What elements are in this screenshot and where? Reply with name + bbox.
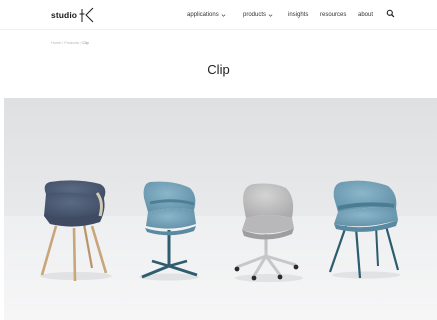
nav-applications[interactable]: applications — [187, 9, 226, 21]
product-photo — [4, 98, 437, 320]
breadcrumb-products[interactable]: Products — [64, 41, 79, 45]
nav-about[interactable]: about — [358, 9, 373, 21]
logo-mark-icon — [79, 7, 94, 23]
search-icon[interactable] — [386, 9, 395, 18]
hero-image — [4, 98, 437, 320]
floor — [4, 216, 437, 320]
chevron-down-icon — [221, 13, 226, 17]
site-header: studio applications products insights re… — [0, 0, 437, 30]
nav-resources[interactable]: resources — [320, 9, 346, 21]
logo-text: studio — [51, 10, 78, 20]
nav-about-label: about — [358, 12, 374, 18]
breadcrumb-home[interactable]: Home — [51, 41, 61, 45]
nav-resources-label: resources — [320, 12, 347, 18]
breadcrumb-separator: / — [80, 41, 82, 45]
chevron-down-icon — [268, 13, 273, 17]
page-title: Clip — [207, 62, 230, 77]
studio-tk-logo[interactable]: studio — [51, 5, 95, 25]
breadcrumb: Home / Products / Clip — [51, 41, 89, 45]
nav-products[interactable]: products — [243, 9, 273, 21]
nav-products-label: products — [243, 12, 267, 18]
nav-insights[interactable]: insights — [288, 9, 308, 21]
breadcrumb-separator: / — [62, 41, 64, 45]
nav-insights-label: insights — [288, 12, 309, 18]
breadcrumb-current: Clip — [82, 41, 89, 45]
nav-applications-label: applications — [187, 12, 219, 18]
